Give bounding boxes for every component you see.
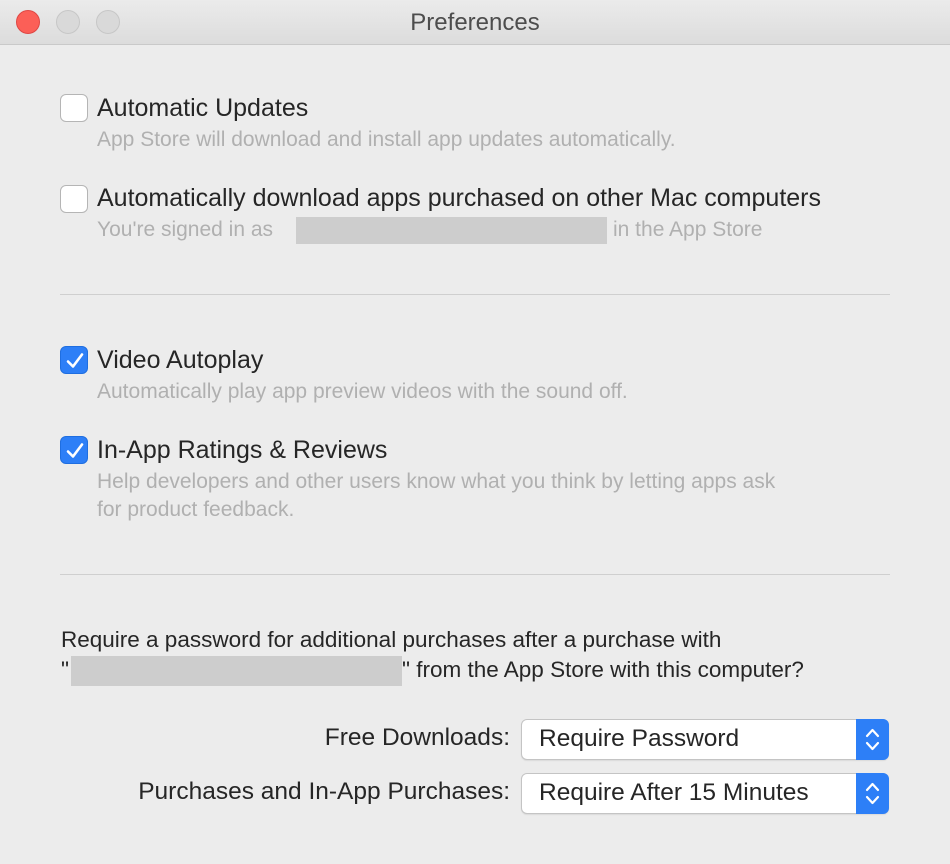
purchases-popup[interactable]: Require After 15 Minutes — [521, 773, 889, 814]
free-downloads-popup[interactable]: Require Password — [521, 719, 889, 760]
in-app-ratings-checkbox[interactable] — [60, 436, 88, 464]
preferences-window: Preferences Automatic Updates App Store … — [0, 0, 950, 864]
auto-download-purchased-apps-checkbox[interactable] — [60, 185, 88, 213]
video-autoplay-description: Automatically play app preview videos wi… — [97, 380, 628, 403]
automatic-updates-description: App Store will download and install app … — [97, 128, 676, 151]
in-app-store-text: in the App Store — [613, 218, 763, 241]
section-divider — [60, 294, 890, 295]
signed-in-as-text: You're signed in as — [97, 218, 274, 241]
auto-download-purchased-apps-label[interactable]: Automatically download apps purchased on… — [97, 184, 821, 213]
purchases-value: Require After 15 Minutes — [539, 779, 809, 806]
password-question-line1: Require a password for additional purcha… — [61, 627, 722, 652]
popup-arrows — [856, 773, 889, 814]
checkmark-icon — [66, 353, 84, 368]
password-question-line2: " from the App Store with this computer? — [402, 657, 804, 682]
in-app-ratings-description-line1: Help developers and other users know wha… — [97, 470, 776, 493]
up-down-chevron-icon — [865, 782, 880, 805]
automatic-updates-checkbox[interactable] — [60, 94, 88, 122]
video-autoplay-label[interactable]: Video Autoplay — [97, 346, 263, 375]
password-question-quote: " — [61, 657, 69, 682]
in-app-ratings-description-line2: for product feedback. — [97, 498, 295, 521]
section-divider — [60, 574, 890, 575]
redacted-account-email — [296, 217, 607, 244]
redacted-account-name — [71, 656, 402, 686]
up-down-chevron-icon — [865, 728, 880, 751]
popup-arrows — [856, 719, 889, 760]
free-downloads-value: Require Password — [539, 725, 740, 752]
title-bar: Preferences — [0, 0, 950, 45]
free-downloads-label: Free Downloads: — [324, 724, 510, 751]
window-title: Preferences — [410, 9, 540, 36]
checkmark-icon — [66, 443, 84, 458]
automatic-updates-label[interactable]: Automatic Updates — [97, 94, 308, 123]
in-app-ratings-label[interactable]: In-App Ratings & Reviews — [97, 436, 387, 465]
video-autoplay-checkbox[interactable] — [60, 346, 88, 374]
purchases-label: Purchases and In-App Purchases: — [138, 778, 510, 805]
